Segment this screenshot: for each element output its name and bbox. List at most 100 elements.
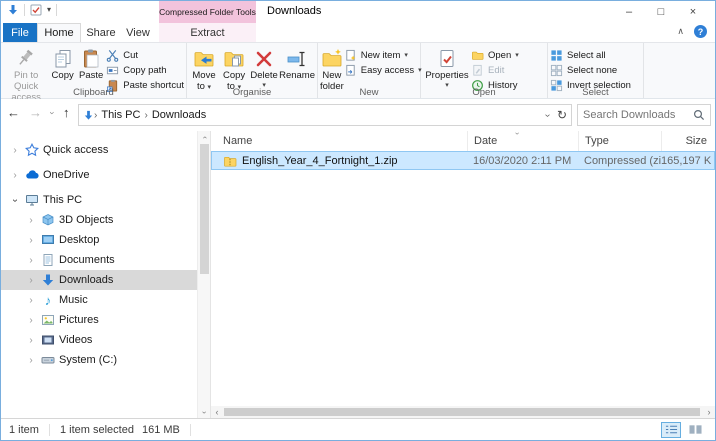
sidebar-item-3d-objects[interactable]: › 3D Objects	[1, 210, 197, 230]
sidebar-item-system-c[interactable]: › System (C:)	[1, 350, 197, 370]
tab-extract[interactable]: Extract	[159, 23, 256, 42]
selection-count: 1 item selected	[49, 424, 140, 436]
chevron-right-icon[interactable]: ›	[25, 215, 37, 226]
chevron-right-icon[interactable]: ›	[25, 275, 37, 286]
sidebar-item-label: Pictures	[59, 314, 99, 326]
scrollbar-thumb[interactable]	[224, 408, 700, 416]
scroll-right-icon[interactable]: ›	[703, 406, 715, 418]
select-all-button[interactable]: Select all	[550, 48, 631, 62]
address-bar-row: ← → › ↑ › This PC › Downloads › ↻	[1, 99, 715, 131]
minimize-button[interactable]: –	[613, 1, 645, 23]
breadcrumb-this-pc[interactable]: This PC	[97, 109, 144, 121]
edit-button[interactable]: Edit	[471, 63, 519, 77]
help-icon[interactable]: ?	[694, 25, 707, 38]
easy-access-icon	[344, 64, 357, 77]
window-controls: – □ ×	[613, 1, 709, 23]
up-button[interactable]: ↑	[63, 106, 70, 119]
navigation-pane: › Quick access › OneDrive › This PC › 3D…	[1, 131, 197, 418]
back-button[interactable]: ←	[7, 106, 20, 119]
properties-check-icon[interactable]	[30, 4, 42, 16]
column-header-type[interactable]: Type	[578, 131, 661, 151]
search-icon[interactable]	[693, 109, 705, 121]
large-icons-view-button[interactable]	[685, 422, 705, 438]
tab-view[interactable]: View	[121, 23, 155, 42]
chevron-expanded-icon[interactable]: ›	[10, 194, 21, 206]
status-bar: 1 item 1 item selected 161 MB	[1, 418, 715, 440]
collapse-ribbon-icon[interactable]: ∧	[677, 26, 684, 37]
column-header-size[interactable]: Size	[661, 131, 715, 151]
tab-home[interactable]: Home	[37, 23, 81, 42]
rename-button[interactable]: Rename	[279, 45, 315, 82]
sidebar-item-desktop[interactable]: › Desktop	[1, 230, 197, 250]
button-label: Select all	[567, 50, 606, 61]
recent-locations-caret-icon[interactable]: ›	[48, 111, 58, 114]
paste-button[interactable]: Paste	[76, 45, 106, 82]
new-item-button[interactable]: New item ▾	[344, 48, 422, 62]
forward-button[interactable]: →	[29, 106, 42, 119]
properties-button[interactable]: Properties ▾	[423, 45, 471, 90]
address-dropdown-icon[interactable]: ›	[542, 113, 553, 116]
sidebar-item-onedrive[interactable]: › OneDrive	[1, 165, 197, 185]
sort-indicator-icon[interactable]: ›	[513, 132, 522, 135]
open-folder-icon	[471, 49, 484, 62]
dropdown-caret-icon: ▾	[515, 51, 519, 59]
customize-toolbar-caret-icon[interactable]: ▾	[47, 6, 51, 14]
scroll-left-icon[interactable]: ‹	[211, 406, 223, 418]
details-view-button[interactable]	[661, 422, 681, 438]
chevron-right-icon[interactable]: ›	[25, 335, 37, 346]
column-header-name[interactable]: Name	[211, 131, 467, 151]
sidebar-item-pictures[interactable]: › Pictures	[1, 310, 197, 330]
maximize-button[interactable]: □	[645, 1, 677, 23]
tab-share[interactable]: Share	[83, 23, 119, 42]
edit-icon	[471, 64, 484, 77]
sidebar-item-videos[interactable]: › Videos	[1, 330, 197, 350]
sidebar-item-documents[interactable]: › Documents	[1, 250, 197, 270]
sidebar-item-this-pc[interactable]: › This PC	[1, 190, 197, 210]
address-breadcrumb[interactable]: › This PC › Downloads › ↻	[78, 104, 572, 126]
chevron-right-icon[interactable]: ›	[25, 235, 37, 246]
chevron-right-icon[interactable]: ›	[25, 255, 37, 266]
delete-button[interactable]: Delete ▾	[249, 45, 279, 90]
sidebar-item-label: Quick access	[43, 144, 108, 156]
copy-button[interactable]: Copy	[49, 45, 76, 82]
search-input[interactable]	[583, 109, 693, 121]
sidebar-item-label: Documents	[59, 254, 115, 266]
easy-access-button[interactable]: Easy access ▾	[344, 63, 422, 77]
file-list-horizontal-scrollbar[interactable]: ‹ ›	[211, 406, 715, 418]
file-row-selected[interactable]: English_Year_4_Fortnight_1.zip 16/03/202…	[211, 151, 715, 170]
chevron-right-icon[interactable]: ›	[25, 315, 37, 326]
group-label-new: New	[318, 87, 420, 98]
close-button[interactable]: ×	[677, 1, 709, 23]
search-box[interactable]	[577, 104, 711, 126]
copy-to-icon	[223, 47, 245, 71]
sidebar-item-music[interactable]: › ♪ Music	[1, 290, 197, 310]
copy-path-icon	[106, 64, 119, 77]
breadcrumb-downloads[interactable]: Downloads	[148, 109, 210, 121]
move-to-icon	[193, 47, 215, 71]
move-to-button[interactable]: Move to ▾	[189, 45, 219, 93]
navigation-scrollbar[interactable]: › ›	[197, 131, 210, 418]
copy-to-button[interactable]: Copy to ▾	[219, 45, 249, 93]
column-header-date[interactable]: Date	[467, 131, 578, 151]
select-none-button[interactable]: Select none	[550, 63, 631, 77]
sidebar-item-label: OneDrive	[43, 169, 89, 181]
downloads-folder-icon	[7, 4, 19, 16]
cut-button[interactable]: Cut	[106, 48, 184, 62]
ribbon-group-organise: Move to ▾ Copy to ▾ Delete ▾ Rename	[187, 43, 318, 98]
chevron-right-icon[interactable]: ›	[25, 355, 37, 366]
refresh-icon[interactable]: ↻	[557, 108, 567, 122]
chevron-right-icon[interactable]: ›	[9, 170, 21, 181]
new-folder-button[interactable]: New folder	[320, 45, 344, 93]
open-button[interactable]: Open ▾	[471, 48, 519, 62]
button-label: Copy path	[123, 65, 166, 76]
chevron-right-icon[interactable]: ›	[25, 295, 37, 306]
dropdown-caret-icon: ▾	[404, 51, 408, 59]
chevron-right-icon[interactable]: ›	[9, 145, 21, 156]
ribbon-empty-space	[644, 43, 715, 98]
tab-file[interactable]: File	[3, 23, 37, 42]
sidebar-item-quick-access[interactable]: › Quick access	[1, 140, 197, 160]
scrollbar-thumb[interactable]	[200, 144, 209, 274]
sidebar-item-downloads[interactable]: › Downloads	[1, 270, 197, 290]
music-note-icon: ♪	[40, 294, 56, 307]
copy-path-button[interactable]: Copy path	[106, 63, 184, 77]
